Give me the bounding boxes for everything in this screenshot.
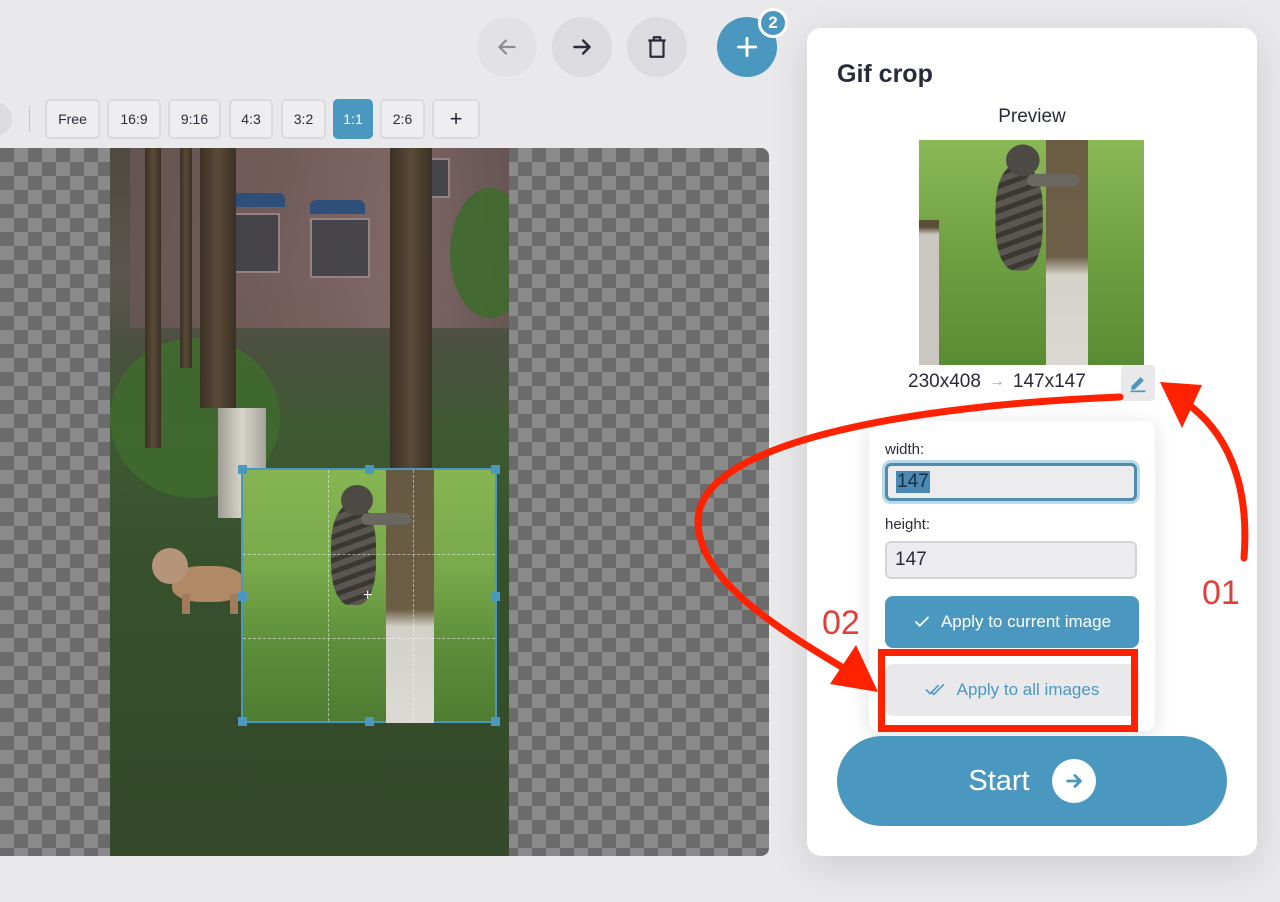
tree-trunk bbox=[386, 470, 434, 723]
resize-handle-s[interactable] bbox=[365, 717, 374, 726]
trash-icon bbox=[648, 36, 666, 58]
resize-handle-ne[interactable] bbox=[491, 465, 500, 474]
start-arrow-icon bbox=[1051, 759, 1096, 803]
ratio-1-1[interactable]: 1:1 bbox=[333, 99, 373, 139]
apply-current-label: Apply to current image bbox=[940, 612, 1112, 631]
window bbox=[310, 218, 370, 278]
cat bbox=[995, 144, 1080, 292]
redo-button[interactable] bbox=[552, 17, 612, 77]
ratio-9-16[interactable]: 9:16 bbox=[168, 99, 221, 139]
resize-handle-e[interactable] bbox=[491, 592, 500, 601]
toolbar-divider bbox=[29, 106, 30, 132]
width-label: width: bbox=[885, 441, 925, 458]
start-button[interactable]: Start bbox=[837, 736, 1227, 826]
tree-trunk bbox=[919, 220, 939, 365]
tree-trunk bbox=[180, 148, 192, 368]
preview-label: Preview bbox=[998, 106, 1066, 127]
tree-trunk bbox=[200, 148, 236, 408]
window bbox=[230, 213, 280, 273]
add-image-button[interactable]: 2 bbox=[717, 8, 788, 77]
resize-handle-n[interactable] bbox=[365, 465, 374, 474]
resize-handle-nw[interactable] bbox=[238, 465, 247, 474]
original-size: 230x408 bbox=[908, 371, 981, 392]
width-input[interactable]: 147 bbox=[885, 463, 1137, 501]
width-value: 147 bbox=[896, 471, 930, 493]
annotation-step-02: 02 bbox=[822, 604, 860, 642]
delete-button[interactable] bbox=[627, 17, 687, 77]
resize-handle-se[interactable] bbox=[491, 717, 500, 726]
pencil-icon bbox=[1130, 377, 1146, 393]
ratio-3-2[interactable]: 3:2 bbox=[281, 99, 326, 139]
add-custom-ratio-button[interactable]: + bbox=[432, 99, 480, 139]
toolbar-partial-button[interactable] bbox=[0, 101, 12, 137]
ratio-4-3[interactable]: 4:3 bbox=[229, 99, 273, 139]
crosshair-icon: + bbox=[363, 587, 373, 604]
arrow-left-icon bbox=[498, 39, 516, 55]
height-label: height: bbox=[885, 516, 931, 533]
apply-current-button[interactable]: Apply to current image bbox=[885, 596, 1139, 648]
resize-handle-sw[interactable] bbox=[238, 717, 247, 726]
grid-line bbox=[243, 638, 495, 639]
resize-handle-w[interactable] bbox=[238, 592, 247, 601]
ratio-free[interactable]: Free bbox=[45, 99, 100, 139]
edit-size-button[interactable] bbox=[1121, 365, 1155, 401]
ratio-16-9[interactable]: 16:9 bbox=[107, 99, 161, 139]
size-readout: 230x408 → 147x147 bbox=[908, 371, 1086, 393]
undo-button[interactable] bbox=[477, 17, 537, 77]
grid-line bbox=[328, 470, 329, 721]
annotation-highlight-box bbox=[878, 649, 1138, 732]
awning bbox=[310, 200, 365, 214]
cat bbox=[331, 485, 411, 625]
height-input[interactable] bbox=[885, 541, 1137, 579]
start-label: Start bbox=[968, 764, 1030, 797]
panel-title: Gif crop bbox=[837, 60, 933, 88]
grid-line bbox=[413, 470, 414, 721]
dog bbox=[152, 548, 247, 616]
preview-image bbox=[919, 140, 1144, 365]
crop-canvas[interactable]: + bbox=[0, 148, 769, 856]
grid-line bbox=[243, 554, 495, 555]
plus-icon bbox=[736, 36, 758, 58]
tree-trunk bbox=[145, 148, 161, 448]
new-size: 147x147 bbox=[1012, 371, 1086, 392]
check-icon bbox=[915, 616, 929, 628]
arrow-right-icon bbox=[573, 39, 591, 55]
tree-trunk bbox=[390, 148, 432, 478]
ratio-2-6[interactable]: 2:6 bbox=[380, 99, 425, 139]
annotation-step-01: 01 bbox=[1202, 574, 1240, 612]
crop-selection[interactable]: + bbox=[238, 465, 500, 726]
arrow-right-icon: → bbox=[988, 373, 1005, 390]
image-count-badge: 2 bbox=[758, 8, 788, 38]
